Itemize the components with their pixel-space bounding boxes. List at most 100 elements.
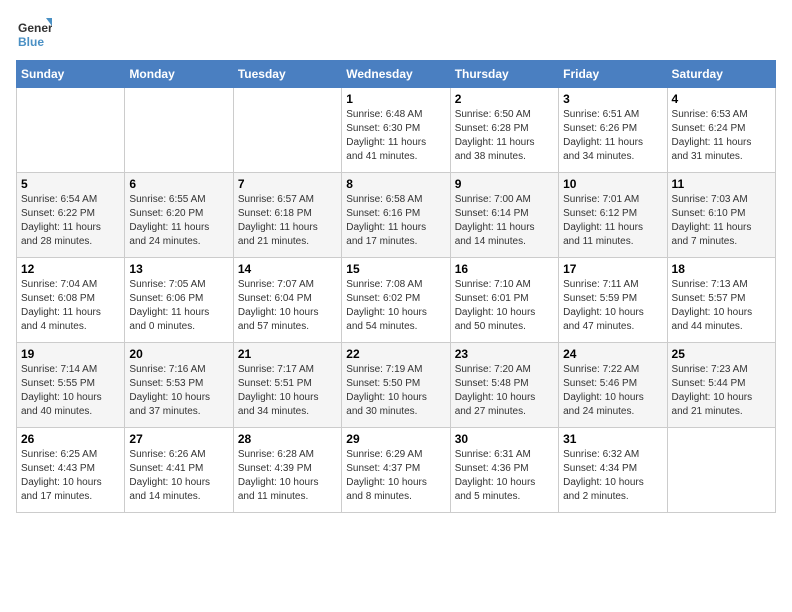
calendar-cell: 3 Sunrise: 6:51 AM Sunset: 6:26 PM Daylig… — [559, 88, 667, 173]
week-row-4: 19Sunrise: 7:14 AM Sunset: 5:55 PM Dayli… — [17, 343, 776, 428]
day-number: 29 — [346, 432, 445, 446]
day-number: 18 — [672, 262, 771, 276]
day-info: Sunrise: 7:16 AM Sunset: 5:53 PM Dayligh… — [129, 363, 228, 419]
week-row-3: 12 Sunrise: 7:04 AM Sunset: 6:08 PM Dayli… — [17, 258, 776, 343]
weekday-header-row: SundayMondayTuesdayWednesdayThursdayFrid… — [17, 61, 776, 88]
day-number: 3 — [563, 92, 662, 106]
calendar-cell: 13 Sunrise: 7:05 AM Sunset: 6:06 PM Dayli… — [125, 258, 233, 343]
day-number: 28 — [238, 432, 337, 446]
day-info: Sunrise: 6:50 AM Sunset: 6:28 PM Dayligh… — [455, 108, 554, 164]
day-number: 22 — [346, 347, 445, 361]
day-info: Sunrise: 6:31 AM Sunset: 4:36 PM Dayligh… — [455, 448, 554, 504]
day-info: Sunrise: 6:58 AM Sunset: 6:16 PM Dayligh… — [346, 193, 445, 249]
calendar-cell: 9 Sunrise: 7:00 AM Sunset: 6:14 PM Daylig… — [450, 173, 558, 258]
day-info: Sunrise: 6:57 AM Sunset: 6:18 PM Dayligh… — [238, 193, 337, 249]
day-info: Sunrise: 7:08 AM Sunset: 6:02 PM Dayligh… — [346, 278, 445, 334]
day-info: Sunrise: 7:22 AM Sunset: 5:46 PM Dayligh… — [563, 363, 662, 419]
calendar-cell: 20Sunrise: 7:16 AM Sunset: 5:53 PM Dayli… — [125, 343, 233, 428]
week-row-2: 5 Sunrise: 6:54 AM Sunset: 6:22 PM Daylig… — [17, 173, 776, 258]
calendar-cell: 17 Sunrise: 7:11 AM Sunset: 5:59 PM Dayli… — [559, 258, 667, 343]
calendar-cell — [17, 88, 125, 173]
day-info: Sunrise: 6:29 AM Sunset: 4:37 PM Dayligh… — [346, 448, 445, 504]
day-info: Sunrise: 6:32 AM Sunset: 4:34 PM Dayligh… — [563, 448, 662, 504]
weekday-wednesday: Wednesday — [342, 61, 450, 88]
calendar-cell: 22 Sunrise: 7:19 AM Sunset: 5:50 PM Dayli… — [342, 343, 450, 428]
day-number: 10 — [563, 177, 662, 191]
calendar-cell: 21 Sunrise: 7:17 AM Sunset: 5:51 PM Dayli… — [233, 343, 341, 428]
weekday-tuesday: Tuesday — [233, 61, 341, 88]
weekday-sunday: Sunday — [17, 61, 125, 88]
calendar-cell: 4 Sunrise: 6:53 AM Sunset: 6:24 PM Daylig… — [667, 88, 775, 173]
day-number: 30 — [455, 432, 554, 446]
day-info: Sunrise: 7:20 AM Sunset: 5:48 PM Dayligh… — [455, 363, 554, 419]
day-info: Sunrise: 6:53 AM Sunset: 6:24 PM Dayligh… — [672, 108, 771, 164]
calendar-cell: 12 Sunrise: 7:04 AM Sunset: 6:08 PM Dayli… — [17, 258, 125, 343]
day-number: 6 — [129, 177, 228, 191]
day-number: 5 — [21, 177, 120, 191]
calendar-cell: 23 Sunrise: 7:20 AM Sunset: 5:48 PM Dayli… — [450, 343, 558, 428]
day-number: 31 — [563, 432, 662, 446]
day-info: Sunrise: 7:23 AM Sunset: 5:44 PM Dayligh… — [672, 363, 771, 419]
calendar: SundayMondayTuesdayWednesdayThursdayFrid… — [16, 60, 776, 513]
calendar-cell — [125, 88, 233, 173]
day-number: 17 — [563, 262, 662, 276]
weekday-monday: Monday — [125, 61, 233, 88]
day-number: 27 — [129, 432, 228, 446]
day-info: Sunrise: 7:07 AM Sunset: 6:04 PM Dayligh… — [238, 278, 337, 334]
svg-text:Blue: Blue — [18, 35, 44, 49]
day-number: 23 — [455, 347, 554, 361]
calendar-cell — [667, 428, 775, 513]
day-number: 16 — [455, 262, 554, 276]
weekday-thursday: Thursday — [450, 61, 558, 88]
day-info: Sunrise: 7:00 AM Sunset: 6:14 PM Dayligh… — [455, 193, 554, 249]
calendar-cell: 5 Sunrise: 6:54 AM Sunset: 6:22 PM Daylig… — [17, 173, 125, 258]
day-number: 1 — [346, 92, 445, 106]
day-info: Sunrise: 7:14 AM Sunset: 5:55 PM Dayligh… — [21, 363, 120, 419]
calendar-cell: 14Sunrise: 7:07 AM Sunset: 6:04 PM Dayli… — [233, 258, 341, 343]
day-info: Sunrise: 7:10 AM Sunset: 6:01 PM Dayligh… — [455, 278, 554, 334]
calendar-cell: 18 Sunrise: 7:13 AM Sunset: 5:57 PM Dayli… — [667, 258, 775, 343]
calendar-cell: 8 Sunrise: 6:58 AM Sunset: 6:16 PM Daylig… — [342, 173, 450, 258]
calendar-cell: 2 Sunrise: 6:50 AM Sunset: 6:28 PM Daylig… — [450, 88, 558, 173]
calendar-cell: 30 Sunrise: 6:31 AM Sunset: 4:36 PM Dayli… — [450, 428, 558, 513]
calendar-cell: 29 Sunrise: 6:29 AM Sunset: 4:37 PM Dayli… — [342, 428, 450, 513]
day-info: Sunrise: 7:19 AM Sunset: 5:50 PM Dayligh… — [346, 363, 445, 419]
calendar-cell: 25 Sunrise: 7:23 AM Sunset: 5:44 PM Dayli… — [667, 343, 775, 428]
day-info: Sunrise: 7:01 AM Sunset: 6:12 PM Dayligh… — [563, 193, 662, 249]
day-info: Sunrise: 7:03 AM Sunset: 6:10 PM Dayligh… — [672, 193, 771, 249]
calendar-cell: 24 Sunrise: 7:22 AM Sunset: 5:46 PM Dayli… — [559, 343, 667, 428]
calendar-cell: 19Sunrise: 7:14 AM Sunset: 5:55 PM Dayli… — [17, 343, 125, 428]
logo-svg: General Blue — [16, 16, 52, 52]
day-number: 4 — [672, 92, 771, 106]
day-number: 7 — [238, 177, 337, 191]
day-info: Sunrise: 7:05 AM Sunset: 6:06 PM Dayligh… — [129, 278, 228, 334]
day-number: 8 — [346, 177, 445, 191]
day-info: Sunrise: 7:17 AM Sunset: 5:51 PM Dayligh… — [238, 363, 337, 419]
header: General Blue — [16, 16, 776, 52]
week-row-1: 1Sunrise: 6:48 AM Sunset: 6:30 PM Daylig… — [17, 88, 776, 173]
day-number: 9 — [455, 177, 554, 191]
svg-text:General: General — [18, 21, 52, 35]
day-number: 13 — [129, 262, 228, 276]
day-number: 12 — [21, 262, 120, 276]
day-number: 21 — [238, 347, 337, 361]
day-info: Sunrise: 7:04 AM Sunset: 6:08 PM Dayligh… — [21, 278, 120, 334]
day-info: Sunrise: 6:54 AM Sunset: 6:22 PM Dayligh… — [21, 193, 120, 249]
day-info: Sunrise: 6:51 AM Sunset: 6:26 PM Dayligh… — [563, 108, 662, 164]
day-number: 24 — [563, 347, 662, 361]
day-info: Sunrise: 7:11 AM Sunset: 5:59 PM Dayligh… — [563, 278, 662, 334]
day-info: Sunrise: 6:26 AM Sunset: 4:41 PM Dayligh… — [129, 448, 228, 504]
weekday-friday: Friday — [559, 61, 667, 88]
calendar-cell: 31 Sunrise: 6:32 AM Sunset: 4:34 PM Dayli… — [559, 428, 667, 513]
day-number: 26 — [21, 432, 120, 446]
day-number: 2 — [455, 92, 554, 106]
day-number: 25 — [672, 347, 771, 361]
calendar-cell: 16 Sunrise: 7:10 AM Sunset: 6:01 PM Dayli… — [450, 258, 558, 343]
calendar-cell: 15Sunrise: 7:08 AM Sunset: 6:02 PM Dayli… — [342, 258, 450, 343]
calendar-cell: 11 Sunrise: 7:03 AM Sunset: 6:10 PM Dayli… — [667, 173, 775, 258]
calendar-cell: 10 Sunrise: 7:01 AM Sunset: 6:12 PM Dayli… — [559, 173, 667, 258]
day-number: 11 — [672, 177, 771, 191]
calendar-cell: 26Sunrise: 6:25 AM Sunset: 4:43 PM Dayli… — [17, 428, 125, 513]
calendar-cell — [233, 88, 341, 173]
day-info: Sunrise: 7:13 AM Sunset: 5:57 PM Dayligh… — [672, 278, 771, 334]
